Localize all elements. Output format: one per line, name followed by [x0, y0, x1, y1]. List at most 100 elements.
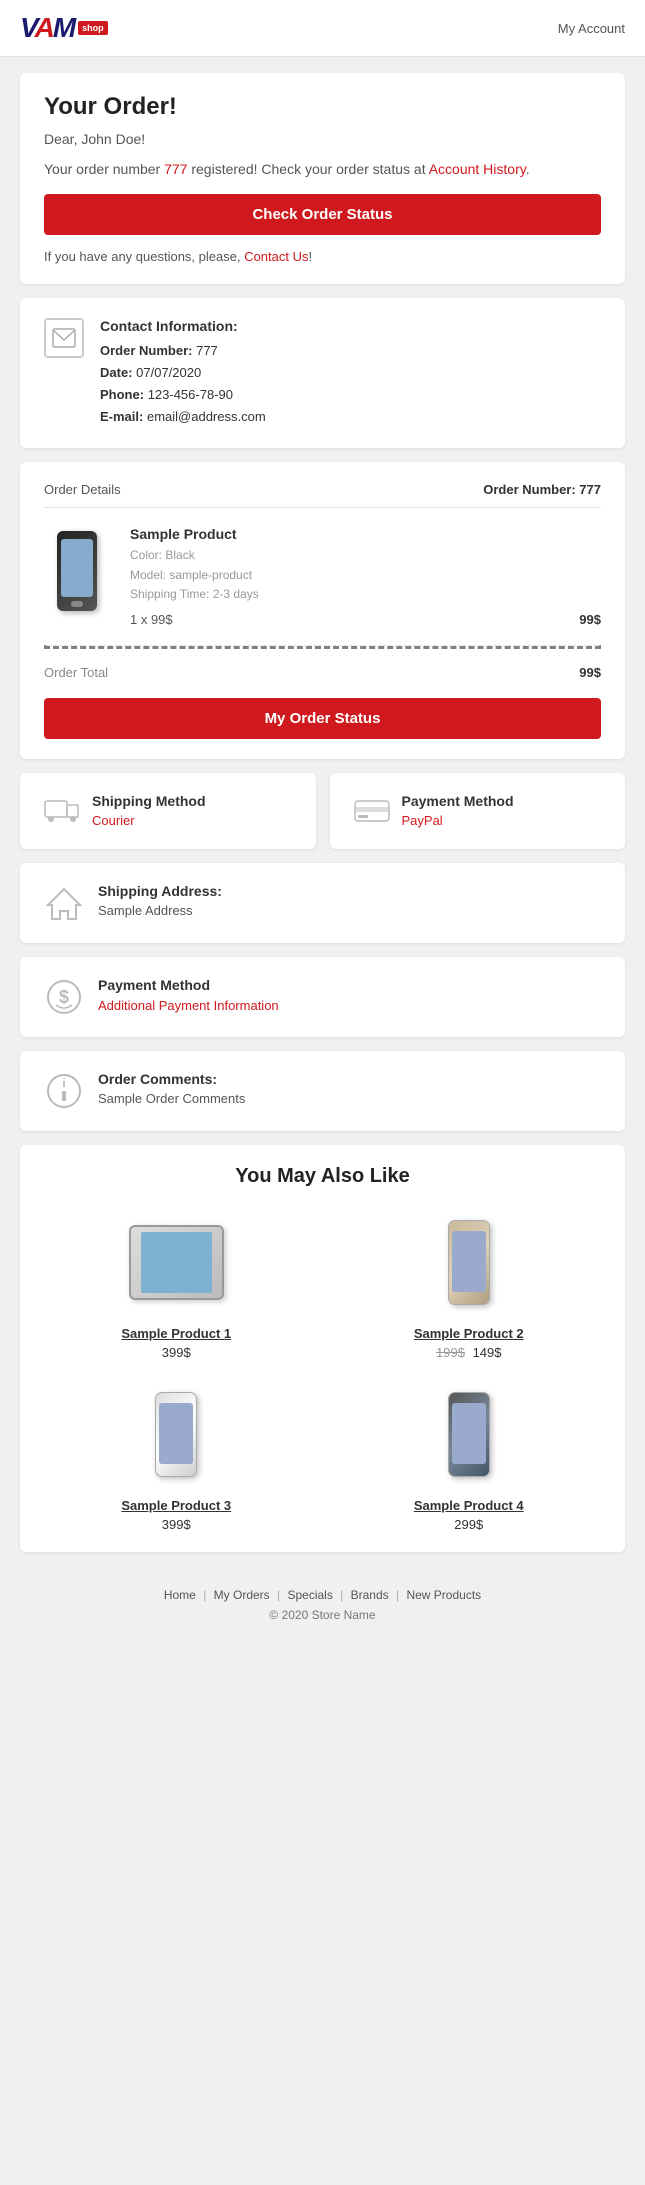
contact-info-details: Order Number: 777 Date: 07/07/2020 Phone… — [100, 340, 266, 428]
contact-message: If you have any questions, please, Conta… — [44, 249, 601, 264]
product-model: Model: sample-product — [130, 566, 601, 585]
check-order-status-button[interactable]: Check Order Status — [44, 194, 601, 235]
phone-label: Phone: — [100, 387, 144, 402]
date-value: 07/07/2020 — [136, 365, 201, 380]
truck-icon — [44, 793, 80, 829]
info-icon: i — [44, 1071, 84, 1111]
order-comments-title: Order Comments: — [98, 1071, 245, 1087]
order-message-part2: registered! Check your order status at — [187, 161, 428, 177]
payment-method-value: PayPal — [402, 813, 514, 828]
tablet-icon-1 — [129, 1225, 224, 1300]
footer-link-brands[interactable]: Brands — [351, 1588, 389, 1602]
contact-details: Contact Information: Order Number: 777 D… — [100, 318, 266, 428]
footer-link-new-products[interactable]: New Products — [406, 1588, 481, 1602]
product-4-image — [333, 1380, 606, 1490]
footer-link-my-orders[interactable]: My Orders — [214, 1588, 270, 1602]
product-image — [44, 526, 109, 616]
footer-link-specials[interactable]: Specials — [287, 1588, 332, 1602]
footer-divider-3: | — [340, 1588, 346, 1602]
product-item-3[interactable]: Sample Product 3 399$ — [40, 1380, 313, 1532]
date-label: Date: — [100, 365, 133, 380]
order-total-row: Order Total 99$ — [44, 657, 601, 688]
shipping-method-info: Shipping Method Courier — [92, 793, 206, 828]
products-grid: Sample Product 1 399$ Sample Product 2 1… — [40, 1208, 605, 1532]
product-2-price: 199$ 149$ — [333, 1345, 606, 1360]
product-image-wrap — [44, 526, 114, 616]
product-name: Sample Product — [130, 526, 601, 542]
phone-value: 123-456-78-90 — [148, 387, 233, 402]
footer-link-home[interactable]: Home — [164, 1588, 196, 1602]
divider-top — [44, 507, 601, 508]
order-number-link[interactable]: 777 — [164, 161, 187, 177]
product-2-name-link[interactable]: Sample Product 2 — [333, 1326, 606, 1341]
order-comments-card: i Order Comments: Sample Order Comments — [20, 1051, 625, 1131]
payment-info-card: $ Payment Method Additional Payment Info… — [20, 957, 625, 1037]
product-4-price: 299$ — [333, 1517, 606, 1532]
contact-message-text: If you have any questions, please, — [44, 249, 244, 264]
product-row: Sample Product Color: Black Model: sampl… — [44, 516, 601, 637]
product-1-price: 399$ — [40, 1345, 313, 1360]
product-4-name-link[interactable]: Sample Product 4 — [333, 1498, 606, 1513]
product-1-image — [40, 1208, 313, 1318]
footer-links: Home | My Orders | Specials | Brands | N… — [20, 1588, 625, 1602]
product-3-name-link[interactable]: Sample Product 3 — [40, 1498, 313, 1513]
order-comments-value: Sample Order Comments — [98, 1091, 245, 1106]
my-order-status-button[interactable]: My Order Status — [44, 698, 601, 739]
phone-icon-4 — [448, 1392, 490, 1477]
order-total-amount: 99$ — [579, 665, 601, 680]
product-2-price-new: 149$ — [473, 1345, 502, 1360]
shipping-address-card: Shipping Address: Sample Address — [20, 863, 625, 943]
product-item-4[interactable]: Sample Product 4 299$ — [333, 1380, 606, 1532]
product-price: 99$ — [579, 612, 601, 627]
shipping-method-card: Shipping Method Courier — [20, 773, 316, 849]
logo-text: VAM — [20, 12, 74, 44]
payment-info-title: Payment Method — [98, 977, 279, 993]
payment-info-value[interactable]: Additional Payment Information — [98, 998, 279, 1013]
phone-icon-2 — [448, 1220, 490, 1305]
logo-shop-badge: shop — [78, 21, 108, 35]
payment-card-icon — [354, 793, 390, 829]
order-number-header-label: Order Number: 777 — [483, 482, 601, 497]
also-like-title: You May Also Like — [40, 1165, 605, 1188]
footer-divider-2: | — [277, 1588, 283, 1602]
product-qty-price: 1 x 99$ 99$ — [130, 612, 601, 627]
dollar-icon: $ — [44, 977, 84, 1017]
header: VAM shop My Account — [0, 0, 645, 57]
product-item-1[interactable]: Sample Product 1 399$ — [40, 1208, 313, 1360]
shipping-method-title: Shipping Method — [92, 793, 206, 809]
product-1-name-link[interactable]: Sample Product 1 — [40, 1326, 313, 1341]
order-number-value: 777 — [196, 343, 218, 358]
payment-info-text: Payment Method Additional Payment Inform… — [98, 977, 279, 1013]
home-icon — [44, 883, 84, 923]
phone-icon-3 — [155, 1392, 197, 1477]
envelope-icon — [52, 328, 76, 348]
order-number-label: Order Number: — [100, 343, 192, 358]
order-total-label: Order Total — [44, 665, 108, 680]
product-2-image — [333, 1208, 606, 1318]
order-details-header: Order Details Order Number: 777 — [44, 482, 601, 497]
product-color: Color: Black — [130, 546, 601, 565]
shipping-payment-row: Shipping Method Courier Payment Method P… — [20, 773, 625, 849]
shipping-address-value: Sample Address — [98, 903, 222, 918]
order-details-title: Order Details — [44, 482, 121, 497]
footer-divider-1: | — [203, 1588, 209, 1602]
logo: VAM shop — [20, 12, 108, 44]
payment-method-card: Payment Method PayPal — [330, 773, 626, 849]
shipping-address-text: Shipping Address: Sample Address — [98, 883, 222, 918]
my-account-link[interactable]: My Account — [558, 21, 625, 36]
contact-us-link[interactable]: Contact Us — [244, 249, 308, 264]
contact-info-card: Contact Information: Order Number: 777 D… — [20, 298, 625, 448]
payment-method-title: Payment Method — [402, 793, 514, 809]
product-2-price-old: 199$ — [436, 1345, 465, 1360]
order-title: Your Order! — [44, 93, 601, 121]
payment-method-info: Payment Method PayPal — [402, 793, 514, 828]
account-history-link[interactable]: Account History — [429, 161, 526, 177]
product-shipping-time: Shipping Time: 2-3 days — [130, 585, 601, 604]
email-label: E-mail: — [100, 409, 143, 424]
product-meta: Color: Black Model: sample-product Shipp… — [130, 546, 601, 604]
order-details-card: Order Details Order Number: 777 Sample P… — [20, 462, 625, 759]
product-item-2[interactable]: Sample Product 2 199$ 149$ — [333, 1208, 606, 1360]
shipping-address-title: Shipping Address: — [98, 883, 222, 899]
order-comments-text: Order Comments: Sample Order Comments — [98, 1071, 245, 1106]
product-quantity: 1 x 99$ — [130, 612, 173, 627]
